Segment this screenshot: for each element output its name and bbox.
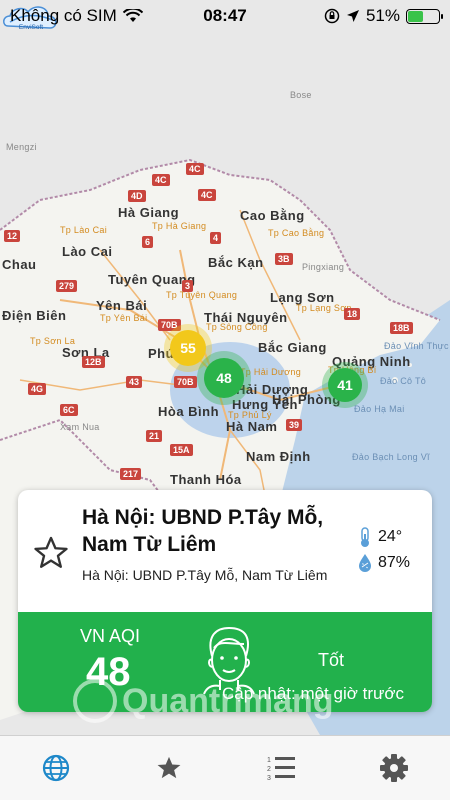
aqi-marker[interactable]: 41	[328, 368, 362, 402]
road-badge: 3B	[275, 253, 293, 265]
map-label: Tp Cao Bằng	[268, 228, 324, 238]
map-label: Hà Giang	[118, 205, 179, 220]
road-badge: 70B	[174, 376, 197, 388]
map-label: Đảo Bạch Long Vĩ	[352, 452, 430, 462]
road-badge: 39	[286, 419, 302, 431]
globe-icon	[41, 753, 71, 783]
map-label: Đảo Cô Tô	[380, 376, 426, 386]
watermark-text: Quantrimang	[122, 682, 334, 720]
map-label: Pingxiang	[302, 262, 344, 272]
station-title: Hà Nội: UBND P.Tây Mỗ, Nam Từ Liêm	[82, 504, 362, 558]
svg-text:3: 3	[267, 775, 271, 782]
wifi-icon	[123, 9, 143, 23]
map-label: Bắc Kạn	[208, 255, 264, 270]
road-badge: 12B	[82, 356, 105, 368]
star-icon	[155, 754, 183, 782]
location-arrow-icon	[346, 9, 360, 23]
gear-icon	[379, 753, 409, 783]
status-bar: Không có SIM 08:47 51%	[0, 0, 450, 32]
thermometer-icon	[356, 526, 374, 548]
map-label: Hà Nam	[226, 419, 277, 434]
road-badge: 4C	[186, 163, 204, 175]
road-badge: 70B	[158, 319, 181, 331]
orientation-lock-icon	[324, 8, 340, 24]
carrier-text: Không có SIM	[10, 6, 117, 26]
tab-map[interactable]	[0, 736, 113, 800]
map-label: Tp Hải Dương	[240, 367, 301, 377]
map-label: Thanh Hóa	[170, 472, 242, 487]
road-badge: 21	[146, 430, 162, 442]
map-label: Tp Yên Bái	[100, 313, 147, 323]
map-label: Xam Nua	[60, 422, 100, 432]
map-label: Tp Lào Cai	[60, 225, 107, 235]
map-label: Chau	[2, 257, 37, 272]
road-badge: 3	[182, 280, 193, 292]
humidity-value: 87%	[378, 554, 410, 572]
map-label: Đảo Hạ Mai	[354, 404, 405, 414]
list-icon: 1 2 3	[266, 754, 296, 782]
aqi-marker[interactable]: 48	[204, 358, 244, 398]
map-label: Lào Cai	[62, 244, 112, 259]
road-badge: 18	[344, 308, 360, 320]
aqi-status: Tốt	[318, 650, 344, 671]
map-label: Yên Bái	[96, 298, 147, 313]
road-badge: 18B	[390, 322, 413, 334]
map-label: Bose	[290, 90, 312, 100]
tab-settings[interactable]	[338, 736, 450, 800]
road-badge: 15A	[170, 444, 193, 456]
battery-percent: 51%	[366, 6, 400, 26]
map-label: Bắc Giang	[258, 340, 327, 355]
map-label: Đảo Vĩnh Thực	[384, 341, 449, 351]
map-label: Điện Biên	[2, 308, 66, 323]
map-label: Tp Phủ Lý	[228, 410, 272, 420]
watermark: Quantrimang	[70, 676, 390, 726]
road-badge: 4D	[128, 190, 146, 202]
tab-bar: 1 2 3	[0, 735, 450, 800]
humidity-drop-icon	[356, 552, 374, 574]
station-subtitle: Hà Nội: UBND P.Tây Mỗ, Nam Từ Liêm	[82, 566, 352, 585]
map-label: Hòa Bình	[158, 404, 219, 419]
road-badge: 279	[56, 280, 77, 292]
map-label: Tp Sông Công	[206, 322, 268, 332]
road-badge: 217	[120, 468, 141, 480]
road-badge: 6C	[60, 404, 78, 416]
clock: 08:47	[203, 6, 246, 26]
svg-text:1: 1	[267, 757, 271, 764]
road-badge: 12	[4, 230, 20, 242]
road-badge: 4C	[198, 189, 216, 201]
temperature-value: 24°	[378, 528, 402, 546]
aqi-label: VN AQI	[80, 626, 140, 647]
svg-text:2: 2	[267, 766, 271, 773]
map-label: Tp Sơn La	[30, 336, 75, 346]
favorite-star-icon[interactable]	[32, 534, 70, 572]
map-label: Tp Hà Giang	[152, 221, 206, 231]
tab-list[interactable]: 1 2 3	[225, 736, 338, 800]
battery-icon	[406, 9, 440, 24]
road-badge: 43	[126, 376, 142, 388]
weather-panel: 24° 87%	[356, 524, 432, 576]
tab-favorites[interactable]	[113, 736, 226, 800]
map-label: Mengzi	[6, 142, 37, 152]
road-badge: 4	[210, 232, 221, 244]
aqi-marker[interactable]: 55	[170, 330, 206, 366]
map-label: Nam Định	[246, 449, 311, 464]
road-badge: 4C	[152, 174, 170, 186]
map-label: Cao Bằng	[240, 208, 305, 223]
road-badge: 6	[142, 236, 153, 248]
road-badge: 4G	[28, 383, 46, 395]
map-label: Tp Tuyên Quang	[166, 290, 237, 300]
